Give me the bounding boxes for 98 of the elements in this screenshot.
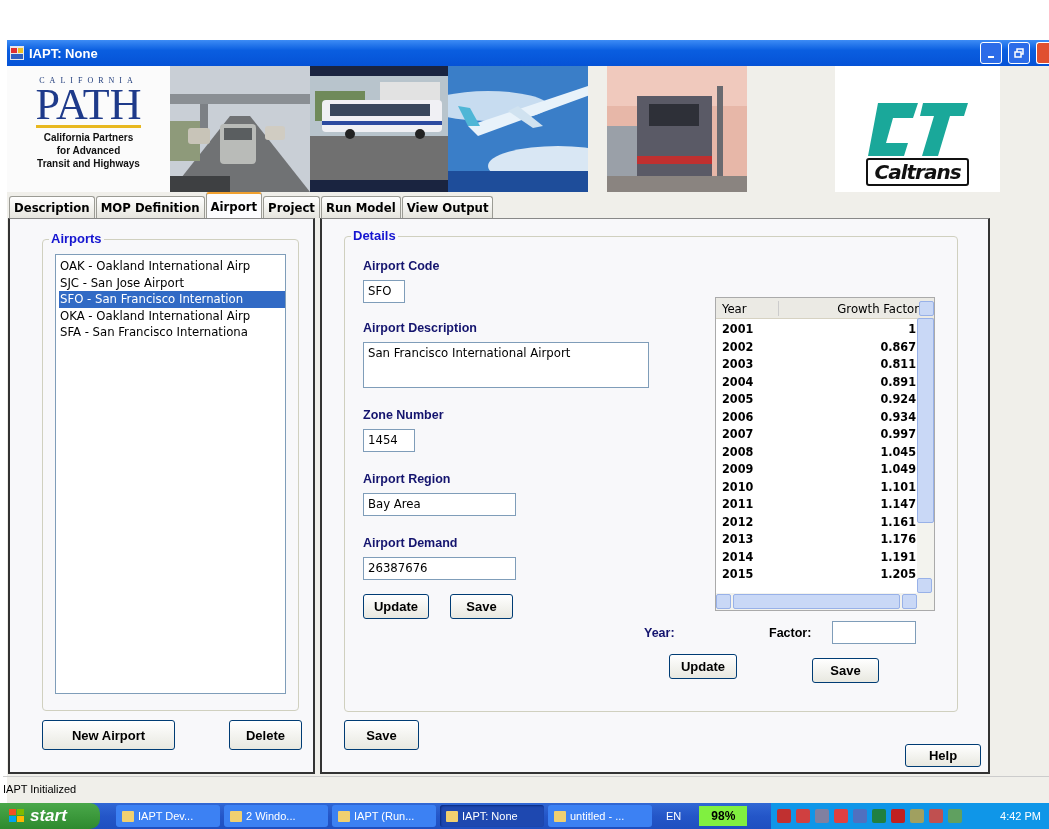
tray-icon[interactable]: [910, 809, 925, 823]
list-item[interactable]: SFA - San Francisco Internationa: [59, 324, 285, 341]
save-button[interactable]: Save: [450, 594, 513, 619]
tray-icon[interactable]: [796, 809, 811, 823]
new-airport-button[interactable]: New Airport: [42, 720, 175, 750]
input-field[interactable]: SFO: [363, 280, 405, 303]
table-cell-text: 2005: [721, 391, 755, 407]
update-button[interactable]: Update: [669, 654, 737, 679]
table-cell-text: 1.049: [879, 461, 917, 477]
table-cell-text: 2010: [721, 478, 755, 494]
tray-icon[interactable]: [777, 809, 792, 823]
table-cell-text: 1.161: [879, 513, 917, 529]
table-cell-text: 1.147: [879, 496, 917, 512]
help-button[interactable]: Help: [905, 744, 981, 767]
tray-icon[interactable]: [891, 809, 906, 823]
app-icon: [9, 45, 25, 61]
factor-field[interactable]: [832, 621, 916, 644]
field-label: Zone Number: [363, 408, 445, 422]
save-button[interactable]: Save: [344, 720, 419, 750]
input-field[interactable]: Bay Area: [363, 493, 516, 516]
field-label: Airport Code: [363, 259, 441, 273]
save-button[interactable]: Save: [812, 658, 879, 683]
table-cell-text: 1: [907, 321, 917, 337]
table-cell-text: 0.934: [879, 408, 917, 424]
start-button[interactable]: start: [0, 803, 100, 829]
table-cell-text: 1.176: [879, 531, 917, 547]
minimize-button[interactable]: [980, 42, 1002, 64]
tray-icon[interactable]: [853, 809, 868, 823]
restore-button[interactable]: [1008, 42, 1030, 64]
table-cell-text: 2007: [721, 426, 755, 442]
table-cell-text: 0.867: [879, 338, 917, 354]
table-cell-text: 2004: [721, 373, 755, 389]
group-title: Details: [351, 228, 398, 243]
table-cell-text: 1.045: [879, 443, 917, 459]
table-cell-text: 2015: [721, 566, 755, 582]
taskbar-button[interactable]: IAPT Dev...: [116, 805, 220, 827]
language-indicator[interactable]: EN: [666, 810, 682, 822]
airport-list[interactable]: OAK - Oakland International Airp SJC - San Jose Airport SFO - San Francisco Internation OKA - Oakland International Airp SFA - San Francisco Internationa: [55, 254, 286, 694]
list-item[interactable]: SFO - San Francisco Internation: [59, 291, 285, 308]
field-label: Airport Region: [363, 472, 452, 486]
table-cell-text: 2011: [721, 496, 755, 512]
text-area[interactable]: San Francisco International Airport: [363, 342, 649, 388]
tab[interactable]: Run Model: [320, 196, 401, 218]
tab[interactable]: Description: [9, 196, 95, 218]
tray-icon[interactable]: [872, 809, 887, 823]
delete-button[interactable]: Delete: [229, 720, 302, 750]
table-cell-text: 2006: [721, 408, 755, 424]
tab[interactable]: Project: [263, 196, 320, 218]
tab[interactable]: View Output: [401, 196, 494, 218]
table-cell-text: 2014: [721, 548, 755, 564]
factor-label: Factor:: [769, 625, 813, 640]
minimize-icon: [988, 56, 994, 58]
vertical-scrollbar[interactable]: [917, 319, 934, 593]
tray-icon[interactable]: [834, 809, 849, 823]
list-item[interactable]: OKA - Oakland International Airp: [59, 307, 285, 324]
window-title: IAPT: None: [29, 45, 99, 61]
caltrans-logo: Caltrans: [835, 66, 1000, 192]
table-cell-text: 1.101: [879, 478, 917, 494]
taskbar-button[interactable]: 2 Windo...: [224, 805, 328, 827]
tray-icon[interactable]: [948, 809, 963, 823]
input-field[interactable]: 1454: [363, 429, 415, 452]
clock: 4:42 PM: [1000, 810, 1042, 822]
status-text: IAPT Initialized: [3, 783, 77, 795]
table-cell-text: 2002: [721, 338, 755, 354]
year-label: Year:: [644, 625, 676, 640]
taskbar-button[interactable]: untitled - ...: [548, 805, 652, 827]
table-cell-text: 0.811: [879, 356, 917, 372]
table-cell-text: 0.891: [879, 373, 917, 389]
update-button[interactable]: Update: [363, 594, 429, 619]
windows-logo-icon: [8, 808, 26, 824]
field-label: Airport Demand: [363, 536, 459, 550]
tray-icon[interactable]: [815, 809, 830, 823]
horizontal-scrollbar[interactable]: [716, 593, 934, 610]
tray-icon[interactable]: [929, 809, 944, 823]
column-header[interactable]: Year: [716, 300, 779, 316]
list-item[interactable]: SJC - San Jose Airport: [59, 274, 285, 291]
restore-icon: [1014, 48, 1024, 58]
table-cell-text: 2001: [721, 321, 755, 337]
table-cell-text: 0.997: [879, 426, 917, 442]
column-header[interactable]: Growth Factor: [779, 300, 919, 316]
table-cell-text: 1.205: [879, 566, 917, 582]
table-cell-text: 2012: [721, 513, 755, 529]
input-field[interactable]: 26387676: [363, 557, 516, 580]
table-cell-text: 2009: [721, 461, 755, 477]
list-item[interactable]: OAK - Oakland International Airp: [59, 258, 285, 275]
taskbar-button[interactable]: IAPT (Run...: [332, 805, 436, 827]
table-cell-text: 2003: [721, 356, 755, 372]
table-cell-text: 1.191: [879, 548, 917, 564]
tab[interactable]: MOP Definition: [95, 196, 205, 218]
group-title: Airports: [49, 231, 104, 246]
table-cell-text: 2008: [721, 443, 755, 459]
table-cell-text: 0.924: [879, 391, 917, 407]
battery-indicator: 98%: [699, 806, 748, 826]
taskbar-button[interactable]: IAPT: None: [440, 805, 544, 827]
tab[interactable]: Airport: [205, 192, 263, 218]
field-label: Airport Description: [363, 321, 478, 335]
close-button[interactable]: [1036, 42, 1049, 64]
table-cell-text: 2013: [721, 531, 755, 547]
